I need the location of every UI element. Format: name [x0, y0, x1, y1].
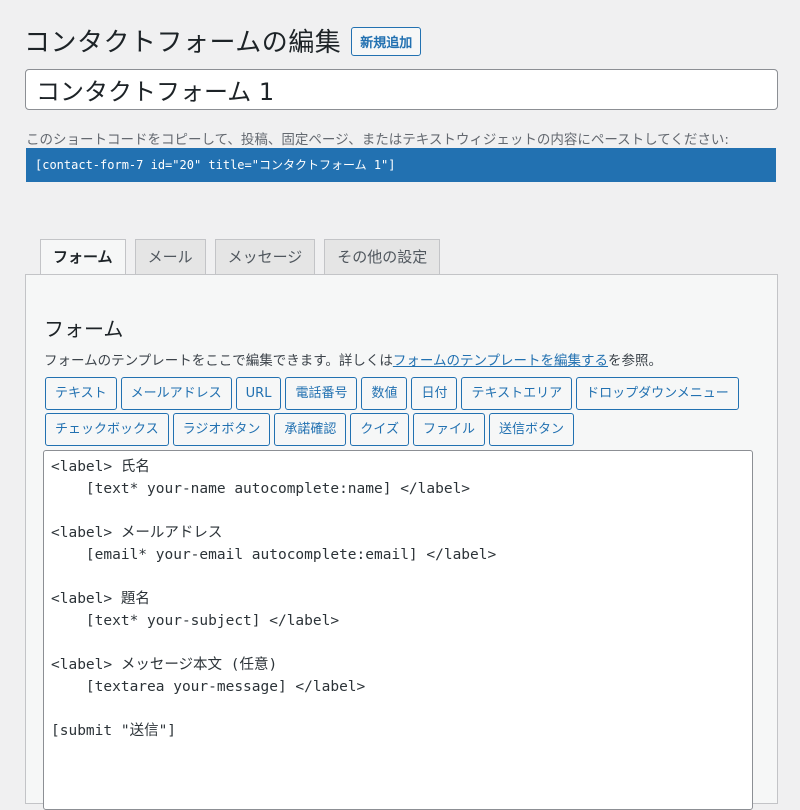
tag-email-button[interactable]: メールアドレス	[120, 377, 232, 410]
panel-title: フォーム	[44, 317, 124, 341]
tag-file-button[interactable]: ファイル	[413, 413, 486, 446]
add-new-button[interactable]: 新規追加	[351, 27, 422, 56]
page-header: コンタクトフォームの編集 新規追加	[24, 22, 422, 59]
form-panel: フォーム フォームのテンプレートをここで編集できます。詳しくはフォームのテンプレ…	[25, 274, 778, 810]
panel-description-text: フォームのテンプレートをここで編集できます。詳しくは	[44, 353, 393, 369]
tag-date-button[interactable]: 日付	[411, 377, 458, 410]
tag-number-button[interactable]: 数値	[361, 377, 408, 410]
form-template-editor[interactable]: <label> 氏名 [text* your-name autocomplete…	[43, 450, 753, 810]
panel-description-suffix: を参照。	[608, 353, 663, 369]
tag-text-button[interactable]: テキスト	[45, 377, 117, 410]
shortcode-text[interactable]: [contact-form-7 id="20" title="コンタクトフォーム…	[26, 148, 776, 182]
tag-generator-row-2: チェックボックス ラジオボタン 承諾確認 クイズ ファイル 送信ボタン	[45, 413, 575, 446]
tag-acceptance-button[interactable]: 承諾確認	[274, 413, 347, 446]
tab-additional-settings[interactable]: その他の設定	[324, 239, 441, 274]
tag-textarea-button[interactable]: テキストエリア	[461, 377, 573, 410]
form-title-input[interactable]	[25, 69, 778, 110]
tab-messages[interactable]: メッセージ	[214, 239, 316, 274]
tag-dropdown-button[interactable]: ドロップダウンメニュー	[576, 377, 739, 410]
page-title: コンタクトフォームの編集	[24, 28, 342, 58]
panel-description: フォームのテンプレートをここで編集できます。詳しくはフォームのテンプレートを編集…	[44, 349, 662, 369]
tab-form[interactable]: フォーム	[40, 239, 126, 275]
tag-quiz-button[interactable]: クイズ	[350, 413, 410, 446]
tag-generator-row-1: テキスト メールアドレス URL 電話番号 数値 日付 テキストエリア ドロップ…	[45, 377, 739, 410]
tag-submit-button[interactable]: 送信ボタン	[489, 413, 575, 446]
tag-radio-button[interactable]: ラジオボタン	[172, 413, 271, 446]
template-help-link[interactable]: フォームのテンプレートを編集する	[393, 353, 608, 369]
tag-checkbox-button[interactable]: チェックボックス	[45, 413, 169, 446]
tag-tel-button[interactable]: 電話番号	[285, 377, 358, 410]
tab-bar: フォーム メール メッセージ その他の設定	[40, 239, 441, 275]
shortcode-description: このショートコードをコピーして、投稿、固定ページ、またはテキストウィジェットの内…	[26, 132, 729, 148]
tab-mail[interactable]: メール	[134, 239, 206, 274]
tag-url-button[interactable]: URL	[235, 377, 282, 410]
